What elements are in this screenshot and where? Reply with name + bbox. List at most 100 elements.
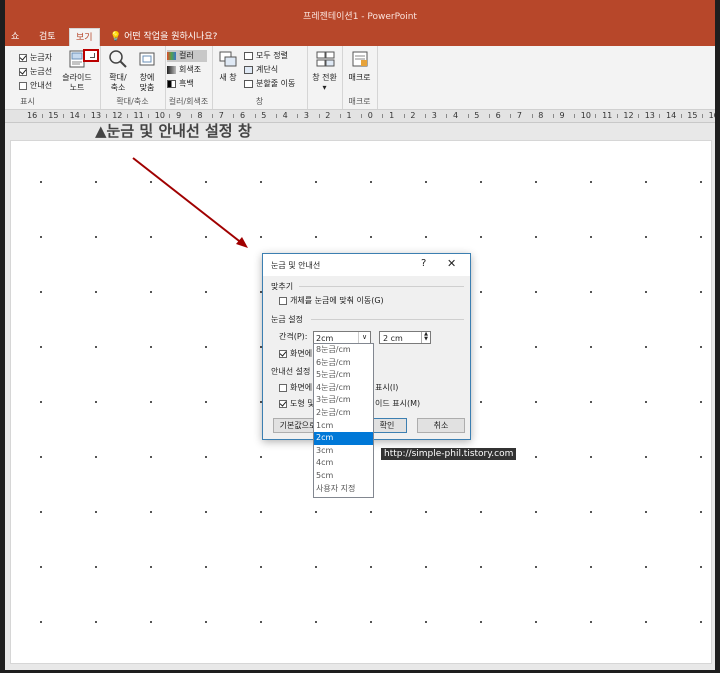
tell-me-box[interactable]: 💡 어떤 작업을 원하시나요?	[110, 28, 217, 46]
guides-section-label: 안내선 설정	[271, 367, 311, 376]
ruler-number: 10	[580, 111, 591, 120]
grid-dot	[40, 511, 42, 513]
grid-dot	[480, 511, 482, 513]
cascade-button[interactable]: 계단식	[244, 64, 278, 76]
spin-arrows-icon[interactable]: ▲ ▼	[421, 332, 430, 343]
dropdown-option[interactable]: 1cm	[314, 420, 373, 433]
grid-settings-launcher-icon[interactable]	[83, 49, 99, 62]
grid-dot	[370, 621, 372, 623]
show-guides-checkbox[interactable]: 화면에	[279, 382, 312, 394]
show-grid-checkbox[interactable]: 화면에	[279, 348, 312, 360]
fit-window-button[interactable]: 창에 맞춤	[133, 50, 161, 93]
grid-dot	[425, 511, 427, 513]
grid-section-label: 눈금 설정	[271, 315, 303, 324]
grid-dot	[425, 236, 427, 238]
cancel-button[interactable]: 취소	[417, 418, 465, 433]
ruler-tick	[212, 114, 214, 118]
grid-dot	[150, 236, 152, 238]
ruler-number: 5	[474, 111, 480, 120]
ruler-tick	[275, 114, 277, 118]
dropdown-option[interactable]: 5cm	[314, 470, 373, 483]
grid-dot	[425, 566, 427, 568]
bw-button[interactable]: 흑백	[167, 78, 194, 90]
grid-dot	[590, 621, 592, 623]
tab-review[interactable]: 검토	[33, 28, 62, 46]
move-split-button[interactable]: 분할줄 이동	[244, 78, 295, 90]
group-zoom: 확대/ 축소 창에 맞춤 확대/축소	[100, 46, 166, 109]
grid-dot	[95, 181, 97, 183]
ruler-tick	[84, 114, 86, 118]
grid-dot	[150, 456, 152, 458]
grid-dot	[590, 236, 592, 238]
ruler-tick	[446, 114, 448, 118]
grid-dot	[700, 181, 702, 183]
dropdown-option[interactable]: 3눈금/cm	[314, 394, 373, 407]
tab-slideshow[interactable]: 쇼	[5, 28, 25, 46]
snap-to-grid-checkbox[interactable]: 개체를 눈금에 맞춰 이동(G)	[279, 295, 384, 307]
ruler-number: 0	[367, 111, 373, 120]
dropdown-option[interactable]: 3cm	[314, 445, 373, 458]
checkbox-icon	[279, 296, 287, 305]
grid-dot	[480, 621, 482, 623]
grid-dot	[40, 456, 42, 458]
grid-dot	[95, 236, 97, 238]
guides-checkbox[interactable]: 안내선	[19, 80, 52, 92]
ruler-tick	[297, 114, 299, 118]
smart-guides-label-tail: 이드 표시(M)	[375, 399, 421, 408]
grayscale-swatch-icon	[167, 65, 176, 74]
dropdown-option[interactable]: 2눈금/cm	[314, 407, 373, 420]
grid-dot	[150, 346, 152, 348]
grid-dot	[95, 566, 97, 568]
ruler-number: 9	[559, 111, 565, 120]
grid-dot	[645, 401, 647, 403]
dropdown-option[interactable]: 2cm	[314, 432, 373, 445]
group-macro: 매크로 매크로	[342, 46, 378, 109]
dropdown-option[interactable]: 5눈금/cm	[314, 369, 373, 382]
new-window-icon	[219, 51, 237, 67]
gridlines-checkbox[interactable]: 눈금선	[19, 66, 52, 78]
color-button[interactable]: 컬러	[167, 50, 207, 62]
grid-dot	[700, 456, 702, 458]
checkbox-checked-icon	[279, 349, 287, 358]
spacing-spinner[interactable]: 2 cm ▲ ▼	[379, 331, 431, 344]
grid-dot	[205, 566, 207, 568]
ruler-number: 4	[453, 111, 459, 120]
grid-dot	[260, 456, 262, 458]
grid-dot	[205, 511, 207, 513]
grid-dot	[150, 511, 152, 513]
ruler-tick	[595, 114, 597, 118]
ruler-tick	[126, 114, 128, 118]
macros-button[interactable]: 매크로	[344, 50, 375, 83]
grid-dot	[590, 181, 592, 183]
group-label-zoom: 확대/축소	[116, 97, 149, 106]
group-label-color: 컬러/회색조	[168, 97, 209, 106]
dropdown-option[interactable]: 6눈금/cm	[314, 357, 373, 370]
ruler-number: 14	[666, 111, 677, 120]
grid-dot	[590, 511, 592, 513]
switch-windows-button[interactable]: 창 전환 ▾	[309, 50, 340, 93]
close-icon[interactable]: ✕	[447, 257, 456, 270]
grid-dot	[480, 346, 482, 348]
new-window-button[interactable]: 새 창	[215, 50, 241, 83]
grid-dot	[205, 181, 207, 183]
dropdown-option[interactable]: 4cm	[314, 457, 373, 470]
ruler-tick	[467, 114, 469, 118]
dropdown-option[interactable]: 8눈금/cm	[314, 344, 373, 357]
ruler-checkbox[interactable]: 눈금자	[19, 52, 52, 64]
grid-dot	[480, 291, 482, 293]
grid-dot	[315, 511, 317, 513]
dropdown-option[interactable]: 4눈금/cm	[314, 382, 373, 395]
grid-dot	[645, 181, 647, 183]
help-button[interactable]: ?	[421, 258, 426, 269]
grid-dot	[40, 236, 42, 238]
grid-dot	[645, 511, 647, 513]
ruler-tick	[638, 114, 640, 118]
zoom-button[interactable]: 확대/ 축소	[104, 50, 132, 93]
grayscale-button[interactable]: 회색조	[167, 64, 201, 76]
arrange-all-button[interactable]: 모두 정렬	[244, 50, 288, 62]
tab-view[interactable]: 보기	[69, 28, 100, 47]
watermark: http://simple-phil.tistory.com	[381, 448, 517, 460]
dropdown-option[interactable]: 사용자 지정	[314, 483, 373, 496]
grid-dot	[700, 401, 702, 403]
smart-guides-checkbox[interactable]: 도형 및	[279, 398, 315, 410]
